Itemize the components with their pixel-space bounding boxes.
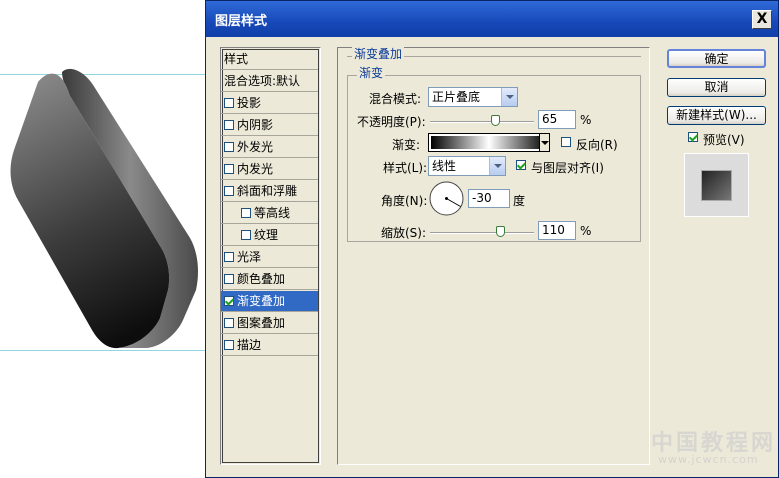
style-item-label: 内发光 <box>237 162 274 176</box>
opacity-unit: % <box>580 113 592 127</box>
scale-unit: % <box>580 224 592 238</box>
document-canvas[interactable] <box>0 0 210 478</box>
reverse-label: 反向(R) <box>576 138 618 152</box>
style-item-label: 纹理 <box>254 228 279 242</box>
chevron-down-icon <box>541 141 549 149</box>
gradient-label: 渐变: <box>392 138 421 152</box>
opacity-input[interactable]: 65 <box>538 110 576 129</box>
close-icon: X <box>756 11 768 27</box>
style-item-checkbox[interactable] <box>241 230 251 240</box>
ok-button[interactable]: 确定 <box>667 49 766 68</box>
style-select[interactable]: 线性 <box>428 156 506 176</box>
style-list-item[interactable]: 内发光 <box>221 159 318 180</box>
style-list-item[interactable]: 斜面和浮雕 <box>221 181 318 202</box>
preview-label: 预览(V) <box>703 133 745 147</box>
style-list: 样式混合选项:默认投影内阴影外发光内发光斜面和浮雕等高线纹理光泽颜色叠加渐变叠加… <box>220 47 321 465</box>
watermark-url: www.jcwcn.com <box>658 453 759 466</box>
style-item-checkbox[interactable] <box>224 296 234 306</box>
style-item-label: 图案叠加 <box>237 316 286 330</box>
gradient-preview-bar <box>431 136 547 149</box>
rounded-shape-artwork <box>10 68 198 349</box>
style-item-checkbox[interactable] <box>224 98 234 108</box>
style-item-checkbox[interactable] <box>224 120 234 130</box>
layer-style-dialog: 图层样式 X 样式混合选项:默认投影内阴影外发光内发光斜面和浮雕等高线纹理光泽颜… <box>205 0 779 478</box>
style-list-item[interactable]: 样式 <box>221 49 318 70</box>
style-list-item[interactable]: 描边 <box>221 335 318 356</box>
close-button[interactable]: X <box>752 10 772 29</box>
cancel-button[interactable]: 取消 <box>667 78 766 97</box>
new-style-button[interactable]: 新建样式(W)... <box>667 106 766 125</box>
style-item-label: 样式 <box>224 52 249 66</box>
style-item-label: 颜色叠加 <box>237 272 286 286</box>
angle-dial[interactable] <box>428 180 465 217</box>
style-item-checkbox[interactable] <box>224 252 234 262</box>
style-item-label: 斜面和浮雕 <box>237 184 298 198</box>
style-item-checkbox[interactable] <box>224 318 234 328</box>
style-item-checkbox[interactable] <box>241 208 251 218</box>
style-preview-swatch <box>701 170 732 201</box>
style-item-label: 混合选项:默认 <box>224 74 301 88</box>
gradient-picker[interactable] <box>428 133 550 152</box>
dialog-title: 图层样式 <box>215 14 268 29</box>
style-item-checkbox[interactable] <box>224 142 234 152</box>
scale-slider-track[interactable] <box>430 232 534 234</box>
angle-label: 角度(N): <box>381 194 428 208</box>
style-list-item[interactable]: 图案叠加 <box>221 313 318 334</box>
blend-mode-value: 正片叠底 <box>432 90 481 104</box>
opacity-slider-track[interactable] <box>430 121 534 123</box>
scale-label: 缩放(S): <box>381 226 427 240</box>
style-list-item[interactable]: 渐变叠加 <box>221 291 318 312</box>
style-item-label: 外发光 <box>237 140 274 154</box>
style-list-item[interactable]: 投影 <box>221 93 318 114</box>
align-with-layer-checkbox[interactable] <box>516 160 526 170</box>
style-list-item[interactable]: 光泽 <box>221 247 318 268</box>
angle-input[interactable]: -30 <box>468 189 510 208</box>
style-item-checkbox[interactable] <box>224 164 234 174</box>
blend-mode-label: 混合模式: <box>369 92 422 106</box>
style-list-item[interactable]: 外发光 <box>221 137 318 158</box>
style-label: 样式(L): <box>383 161 428 175</box>
scale-slider-thumb[interactable] <box>496 226 505 237</box>
style-item-checkbox[interactable] <box>224 186 234 196</box>
style-item-checkbox[interactable] <box>224 274 234 284</box>
chevron-down-icon <box>501 88 517 106</box>
preview-checkbox[interactable] <box>688 132 698 142</box>
style-list-item[interactable]: 纹理 <box>221 225 318 246</box>
chevron-down-icon <box>489 157 505 175</box>
group-title: 渐变 <box>357 64 386 81</box>
style-list-item[interactable]: 颜色叠加 <box>221 269 318 290</box>
style-list-item[interactable]: 内阴影 <box>221 115 318 136</box>
scale-input[interactable]: 110 <box>538 221 576 240</box>
style-item-label: 内阴影 <box>237 118 274 132</box>
style-item-label: 投影 <box>237 96 262 110</box>
style-preview-well <box>684 153 749 217</box>
style-value: 线性 <box>432 159 457 173</box>
style-item-label: 光泽 <box>237 250 262 264</box>
align-with-layer-label: 与图层对齐(I) <box>531 161 604 175</box>
dialog-titlebar[interactable]: 图层样式 X <box>206 1 778 37</box>
gradient-dropdown-button[interactable] <box>539 133 550 152</box>
style-item-checkbox[interactable] <box>224 340 234 350</box>
style-list-item[interactable]: 等高线 <box>221 203 318 224</box>
blend-mode-select[interactable]: 正片叠底 <box>428 87 518 107</box>
style-list-item[interactable]: 混合选项:默认 <box>221 71 318 92</box>
angle-unit: 度 <box>513 194 526 208</box>
style-item-label: 等高线 <box>254 206 291 220</box>
reverse-checkbox[interactable] <box>561 137 571 147</box>
section-title: 渐变叠加 <box>352 45 405 62</box>
style-item-label: 渐变叠加 <box>237 294 286 308</box>
style-item-label: 描边 <box>237 338 262 352</box>
opacity-label: 不透明度(P): <box>357 115 426 129</box>
opacity-slider-thumb[interactable] <box>491 115 500 126</box>
